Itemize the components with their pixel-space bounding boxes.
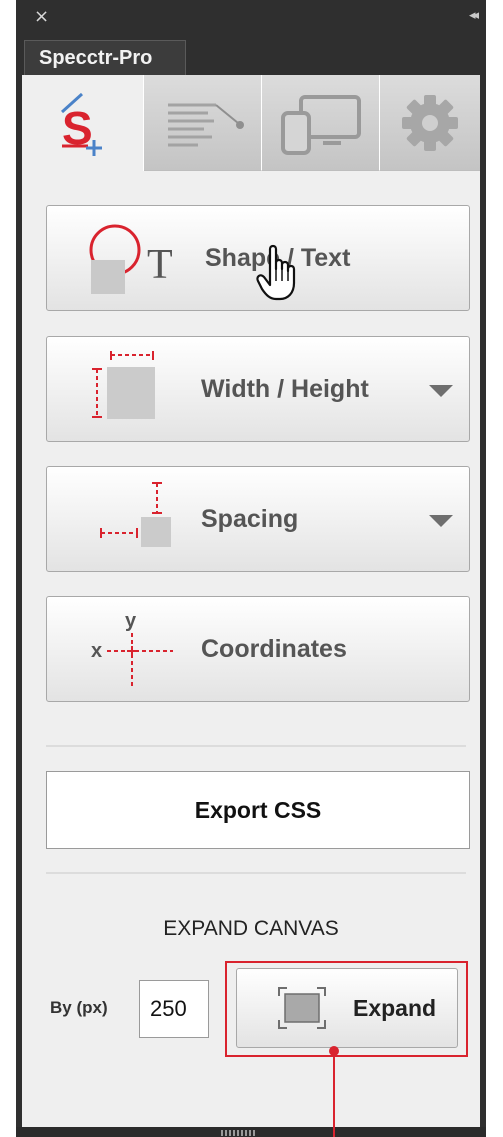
responsive-devices-icon [280,94,361,155]
coordinates-button[interactable]: y x Coordinates [46,596,470,702]
export-css-button[interactable]: Export CSS [46,771,470,849]
coord-y-label: y [125,611,137,632]
spacing-button[interactable]: Spacing [46,466,470,572]
expand-button-label: Expand [353,995,437,1021]
coordinates-label: Coordinates [201,635,347,663]
specctr-panel: × ◂◂ Specctr-Pro S T Shape / Text Width … [16,0,486,1137]
collapse-icon[interactable]: ◂◂ [469,8,479,24]
expand-by-label: By (px) [50,998,108,1017]
gear-icon [402,94,458,151]
coordinates-icon: y x [91,611,173,687]
coord-x-label: x [91,640,102,662]
expand-canvas-icon [278,987,326,1029]
resize-grip-icon[interactable] [221,1130,257,1136]
specctr-logo-icon: S [60,92,102,156]
divider [46,872,466,874]
panel-content: S T Shape / Text Width / Height Spacing … [22,75,480,1127]
expand-px-input[interactable] [139,980,209,1038]
expand-canvas-heading: EXPAND CANVAS [163,917,339,940]
tab-text-specs[interactable] [144,75,262,171]
hand-cursor-icon [256,244,296,301]
tab-specctr[interactable]: S [22,75,144,171]
tab-settings[interactable] [380,75,480,171]
spacing-icon [100,482,171,547]
width-height-label: Width / Height [201,375,369,403]
panel-titlebar: × ◂◂ [16,0,486,40]
width-height-dropdown-icon[interactable] [429,385,453,397]
spacing-dropdown-icon[interactable] [429,515,453,527]
width-height-button[interactable]: Width / Height [46,336,470,442]
divider [46,745,466,747]
spacing-label: Spacing [201,505,299,533]
tab-responsive[interactable] [262,75,380,171]
expand-button[interactable]: Expand [236,968,458,1048]
text-spec-icon [167,103,244,146]
svg-text:T: T [147,242,173,288]
close-icon[interactable]: × [34,8,49,26]
tool-tabs: S [22,75,480,171]
callout-line [333,1050,335,1137]
shape-text-icon: T [89,224,173,294]
panel-tab-specctr-pro[interactable]: Specctr-Pro [24,40,186,75]
width-height-icon [92,351,155,419]
